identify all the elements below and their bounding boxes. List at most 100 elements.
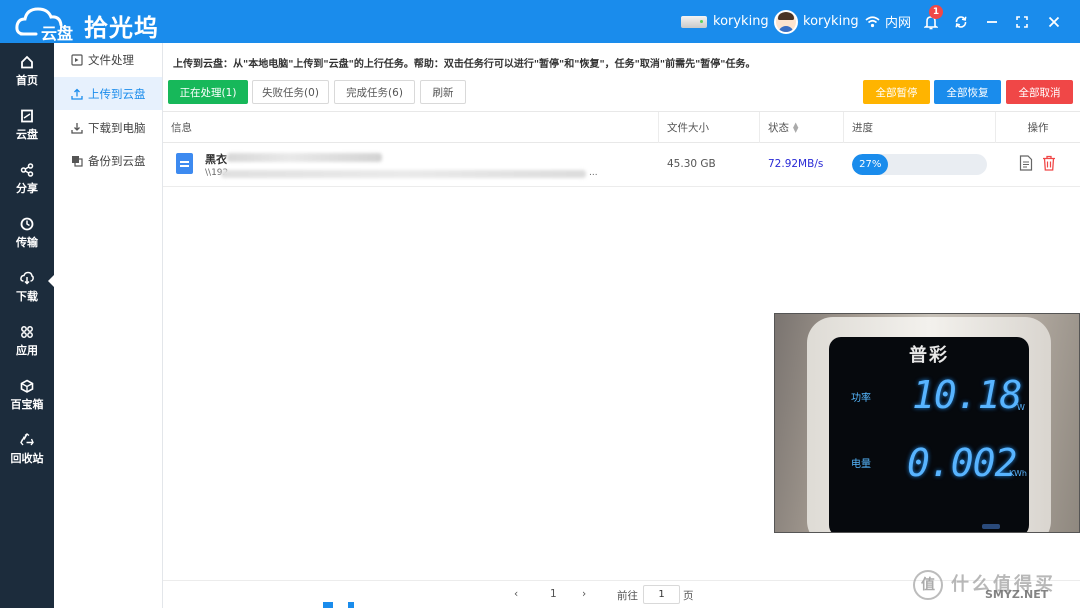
delete-icon[interactable] xyxy=(1042,155,1056,171)
details-icon[interactable] xyxy=(1019,155,1033,171)
subnav-item-download[interactable]: 下载到电脑 xyxy=(54,111,162,144)
column-info-label: 信息 xyxy=(171,122,192,134)
nav-label-download: 下载 xyxy=(16,290,38,303)
energy-value: 0.002 xyxy=(907,441,1017,485)
user-name: koryking xyxy=(803,14,859,29)
disk-status[interactable]: koryking xyxy=(681,0,769,43)
column-info: 信息 xyxy=(163,112,658,143)
close-button[interactable] xyxy=(1044,12,1064,32)
power-meter-photo: 普彩 功率 10.18 W 电量 0.002 KWh xyxy=(774,313,1080,533)
app-logo: 云盘 拾光坞 xyxy=(14,4,174,43)
maximize-icon xyxy=(1016,16,1028,28)
column-progress-label: 进度 xyxy=(852,122,873,134)
document-file-icon xyxy=(176,153,193,174)
resume-all-button[interactable]: 全部恢复 xyxy=(934,80,1001,104)
nav-label-toolbox: 百宝箱 xyxy=(10,398,44,411)
nav-item-toolbox[interactable]: 百宝箱 xyxy=(0,377,54,425)
energy-label: 电量 xyxy=(851,459,871,470)
avatar xyxy=(774,9,798,34)
nav-label-apps: 应用 xyxy=(16,344,38,357)
title-bar: 云盘 拾光坞 koryking koryking 内网 1 xyxy=(0,0,1080,43)
help-text: 上传到云盘：从"本地电脑"上传到"云盘"的上行任务。帮助：双击任务行可以进行"暂… xyxy=(173,59,756,70)
nav-item-home[interactable]: 首页 xyxy=(0,53,54,101)
disk-icon xyxy=(681,15,707,28)
file-path-ellipsis: ... xyxy=(589,168,598,178)
nav-label-cloud: 云盘 xyxy=(16,128,38,141)
nav-label-home: 首页 xyxy=(16,74,38,87)
subnav-label-upload: 上传到云盘 xyxy=(88,86,146,101)
subnav-item-upload[interactable]: 上传到云盘 xyxy=(54,77,162,110)
energy-unit: KWh xyxy=(1009,469,1027,478)
minimize-button[interactable] xyxy=(982,12,1002,32)
subnav-item-backup[interactable]: 备份到云盘 xyxy=(54,144,162,177)
goto-page-input[interactable]: 1 xyxy=(643,585,680,604)
power-unit: W xyxy=(1017,403,1025,412)
watermark-site: SMYZ.NET xyxy=(985,588,1049,601)
notification-badge: 1 xyxy=(929,5,943,19)
network-status[interactable]: 内网 xyxy=(865,0,911,43)
nav-item-transfer[interactable]: 传输 xyxy=(0,215,54,263)
column-operations: 操作 xyxy=(995,112,1080,143)
nav-item-apps[interactable]: 应用 xyxy=(0,323,54,371)
nav-item-download[interactable]: 下载 xyxy=(0,269,54,317)
upload-icon xyxy=(71,88,83,100)
maximize-button[interactable] xyxy=(1012,12,1032,32)
taskbar-accent xyxy=(323,602,333,608)
progress-bar: 27% xyxy=(852,154,987,175)
download-icon xyxy=(20,271,34,285)
column-status[interactable]: 状态 ▲ ▼ xyxy=(759,112,843,143)
goto-label: 前往 xyxy=(617,590,638,602)
nav-item-cloud[interactable]: 云盘 xyxy=(0,107,54,155)
subnav-label-download: 下载到电脑 xyxy=(88,120,146,135)
column-operations-label: 操作 xyxy=(1027,122,1049,134)
sort-icon[interactable]: ▲ ▼ xyxy=(793,121,798,133)
column-progress: 进度 xyxy=(843,112,995,143)
tab-failed[interactable]: 失败任务(0) xyxy=(252,80,329,104)
next-page-button[interactable]: › xyxy=(582,588,586,600)
refresh-button[interactable]: 刷新 xyxy=(420,80,466,104)
nav-label-transfer: 传输 xyxy=(16,236,38,249)
disk-label: koryking xyxy=(713,14,769,29)
file-size: 45.30 GB xyxy=(667,158,716,170)
watermark-logo: 值 xyxy=(913,570,943,600)
prev-page-button[interactable]: ‹ xyxy=(514,588,518,600)
current-page[interactable]: 1 xyxy=(550,588,557,600)
site-watermark: 值 什么值得买 SMYZ.NET xyxy=(913,568,1073,604)
home-icon xyxy=(21,55,33,69)
page-unit-label: 页 xyxy=(683,590,694,602)
power-meter-device: 普彩 功率 10.18 W 电量 0.002 KWh xyxy=(807,317,1051,532)
redacted-file-path xyxy=(221,170,586,178)
meter-screen: 普彩 功率 10.18 W 电量 0.002 KWh xyxy=(829,337,1029,532)
subnav-label-backup: 备份到云盘 xyxy=(88,153,146,168)
user-menu[interactable]: koryking xyxy=(774,0,859,43)
table-header: 信息 文件大小 状态 ▲ ▼ 进度 操作 xyxy=(163,111,1080,143)
recycle-icon xyxy=(20,433,34,446)
nav-item-share[interactable]: 分享 xyxy=(0,161,54,209)
table-row[interactable]: 黑衣 \\192 ... 45.30 GB 72.92MB/s 27% xyxy=(163,143,1080,187)
tab-processing[interactable]: 正在处理(1) xyxy=(168,80,248,104)
toolbox-icon xyxy=(20,379,34,393)
column-size: 文件大小 xyxy=(658,112,759,143)
subnav-item-file-process[interactable]: 文件处理 xyxy=(54,43,162,76)
app-brand: 拾光坞 xyxy=(84,14,159,42)
share-icon xyxy=(20,163,34,177)
tab-completed[interactable]: 完成任务(6) xyxy=(334,80,415,104)
redacted-file-name xyxy=(227,153,382,162)
cancel-all-button[interactable]: 全部取消 xyxy=(1006,80,1073,104)
power-value: 10.18 xyxy=(912,373,1022,417)
taskbar-accent-2 xyxy=(348,602,354,608)
pause-all-button[interactable]: 全部暂停 xyxy=(863,80,930,104)
sync-icon xyxy=(955,16,967,28)
nav-label-recycle: 回收站 xyxy=(10,452,44,465)
nav-label-share: 分享 xyxy=(16,182,38,195)
file-name: 黑衣 xyxy=(205,153,227,166)
nav-item-recycle[interactable]: 回收站 xyxy=(0,431,54,479)
network-label: 内网 xyxy=(885,16,912,31)
subnav-label-file-process: 文件处理 xyxy=(88,52,134,67)
power-label: 功率 xyxy=(851,393,871,404)
column-status-label: 状态 xyxy=(768,122,789,134)
meter-brand: 普彩 xyxy=(909,345,949,366)
sync-button[interactable] xyxy=(951,12,971,32)
main-sidebar: 首页 云盘 分享 传输 下载 应用 百宝箱 回收站 xyxy=(0,43,55,608)
apps-icon xyxy=(21,326,33,338)
